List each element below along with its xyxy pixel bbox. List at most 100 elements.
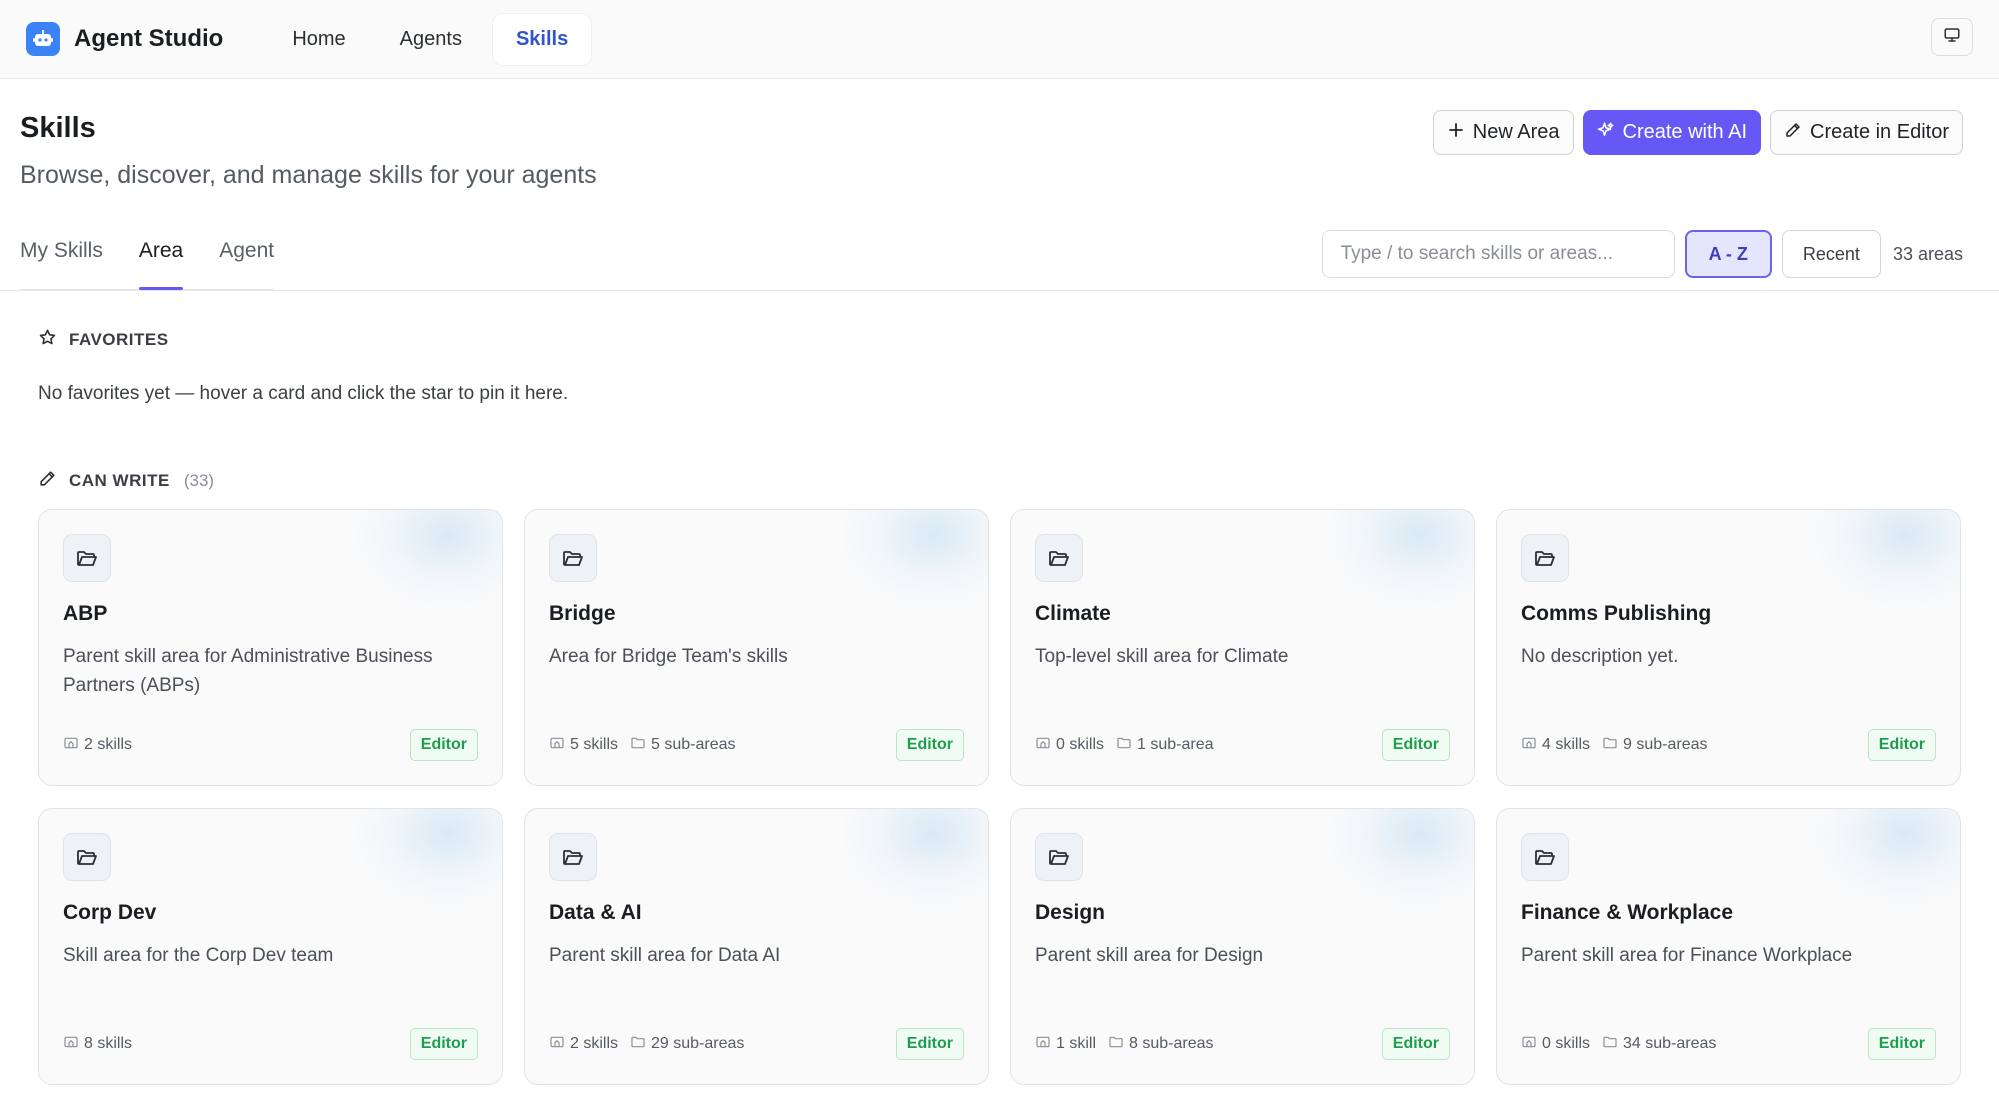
subareas-meta: 9 sub-areas	[1602, 735, 1708, 756]
area-card[interactable]: Climate Top-level skill area for Climate…	[1010, 509, 1475, 786]
card-description: Parent skill area for Administrative Bus…	[63, 646, 433, 696]
folder-icon	[1108, 1034, 1124, 1055]
skills-meta: 0 skills	[1521, 1034, 1590, 1055]
skill-icon	[63, 735, 79, 756]
new-area-button[interactable]: New Area	[1432, 110, 1574, 155]
favorites-header: FAVORITES	[38, 328, 169, 352]
area-card[interactable]: Bridge Area for Bridge Team's skills 5 s…	[524, 509, 989, 786]
card-title: Corp Dev	[63, 901, 157, 924]
card-footer: 5 skills 5 sub-areas Editor	[549, 729, 964, 761]
subareas-meta: 8 sub-areas	[1108, 1034, 1214, 1055]
card-footer: 2 skills Editor	[63, 729, 478, 761]
can-write-header: CAN WRITE (33)	[38, 469, 214, 493]
create-with-ai-button[interactable]: Create with AI	[1582, 110, 1762, 155]
subareas-count: 9 sub-areas	[1623, 736, 1708, 753]
folder-open-icon	[1521, 534, 1569, 582]
page-subtitle: Browse, discover, and manage skills for …	[20, 161, 597, 189]
role-badge: Editor	[895, 1028, 964, 1060]
plus-icon	[1447, 121, 1465, 145]
skill-icon	[549, 735, 565, 756]
role-badge: Editor	[1867, 729, 1936, 761]
skills-meta: 4 skills	[1521, 735, 1590, 756]
subareas-count: 5 sub-areas	[651, 736, 736, 753]
tab-area[interactable]: Area	[138, 222, 184, 290]
subareas-meta: 29 sub-areas	[630, 1034, 744, 1055]
area-card[interactable]: Comms Publishing No description yet. 4 s…	[1496, 509, 1961, 786]
folder-icon	[1116, 735, 1132, 756]
card-footer: 0 skills 34 sub-areas Editor	[1521, 1028, 1936, 1060]
create-in-editor-button[interactable]: Create in Editor	[1770, 110, 1963, 155]
role-badge: Editor	[409, 729, 478, 761]
card-footer: 4 skills 9 sub-areas Editor	[1521, 729, 1936, 761]
tabs-divider	[0, 290, 1999, 291]
skills-count: 8 skills	[84, 1035, 133, 1052]
card-title: Data & AI	[549, 901, 642, 924]
card-description: Parent skill area for Finance Workplace	[1521, 945, 1853, 966]
card-title: Comms Publishing	[1521, 602, 1712, 625]
card-title: Bridge	[549, 602, 616, 625]
folder-icon	[630, 1034, 646, 1055]
sort-az-button[interactable]: A - Z	[1684, 230, 1772, 278]
card-title: Climate	[1035, 602, 1111, 625]
skill-icon	[1521, 735, 1537, 756]
role-badge: Editor	[1381, 1028, 1450, 1060]
skill-icon	[549, 1034, 565, 1055]
skills-meta: 1 skill	[1035, 1034, 1096, 1055]
skills-count: 5 skills	[570, 736, 619, 753]
tab-my-skills[interactable]: My Skills	[20, 222, 103, 289]
search-input[interactable]	[1321, 230, 1675, 278]
tab-agent[interactable]: Agent	[219, 222, 274, 289]
header-actions: New Area Create with AI Create in Editor	[1432, 110, 1963, 155]
skill-icon	[1521, 1034, 1537, 1055]
sparkle-icon	[1597, 121, 1615, 145]
skills-meta: 2 skills	[63, 735, 132, 756]
area-card[interactable]: Finance & Workplace Parent skill area fo…	[1496, 808, 1961, 1085]
folder-open-icon	[1521, 833, 1569, 881]
skills-meta: 5 skills	[549, 735, 618, 756]
robot-icon[interactable]	[26, 22, 60, 56]
nav-skills[interactable]: Skills	[492, 13, 592, 65]
area-card[interactable]: Data & AI Parent skill area for Data AI …	[524, 808, 989, 1085]
skills-count: 2 skills	[570, 1035, 619, 1052]
skill-icon	[1035, 1034, 1051, 1055]
folder-open-icon	[1035, 534, 1083, 582]
can-write-title: CAN WRITE	[69, 471, 170, 490]
create-with-ai-label: Create with AI	[1622, 121, 1748, 143]
area-card-grid: ABP Parent skill area for Administrative…	[38, 509, 1962, 1085]
card-title: ABP	[63, 602, 108, 625]
card-description: Skill area for the Corp Dev team	[63, 945, 334, 966]
card-footer: 1 skill 8 sub-areas Editor	[1035, 1028, 1450, 1060]
card-description: Area for Bridge Team's skills	[549, 646, 788, 667]
card-title: Design	[1035, 901, 1106, 924]
role-badge: Editor	[895, 729, 964, 761]
folder-icon	[630, 735, 646, 756]
subareas-count: 34 sub-areas	[1623, 1035, 1717, 1052]
area-card[interactable]: Design Parent skill area for Design 1 sk…	[1010, 808, 1475, 1085]
card-title: Finance & Workplace	[1521, 901, 1734, 924]
card-description: No description yet.	[1521, 646, 1679, 667]
skills-count: 0 skills	[1056, 736, 1105, 753]
pencil-icon	[1784, 121, 1802, 145]
skills-count: 1 skill	[1056, 1035, 1097, 1052]
card-description: Parent skill area for Design	[1035, 945, 1264, 966]
nav-home[interactable]: Home	[269, 14, 368, 65]
folder-open-icon	[549, 833, 597, 881]
folder-icon	[1602, 1034, 1618, 1055]
subareas-count: 1 sub-area	[1137, 736, 1214, 753]
monitor-icon	[1943, 26, 1961, 49]
page-title: Skills	[20, 112, 96, 144]
favorites-empty-message: No favorites yet — hover a card and clic…	[38, 383, 569, 404]
skills-count: 0 skills	[1542, 1035, 1591, 1052]
monitor-button[interactable]	[1931, 18, 1973, 56]
role-badge: Editor	[1867, 1028, 1936, 1060]
nav-agents[interactable]: Agents	[377, 14, 485, 65]
star-icon	[38, 328, 57, 352]
search-row: A - Z Recent 33 areas	[1321, 230, 1963, 278]
skills-count: 2 skills	[84, 736, 133, 753]
area-card[interactable]: ABP Parent skill area for Administrative…	[38, 509, 503, 786]
area-card[interactable]: Corp Dev Skill area for the Corp Dev tea…	[38, 808, 503, 1085]
sort-recent-button[interactable]: Recent	[1781, 230, 1881, 278]
subareas-count: 29 sub-areas	[651, 1035, 745, 1052]
skills-meta: 0 skills	[1035, 735, 1104, 756]
folder-icon	[1602, 735, 1618, 756]
